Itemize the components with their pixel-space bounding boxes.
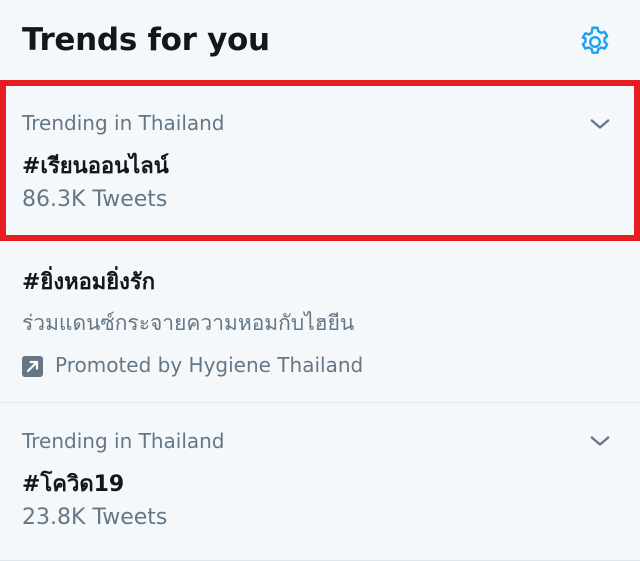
promoted-icon: [22, 356, 43, 377]
promoted-by-text: Promoted by Hygiene Thailand: [55, 353, 364, 377]
gear-icon: [581, 26, 609, 54]
trend-description: ร่วมแดนซ์กระจายความหอมกับไฮยีน: [22, 311, 355, 335]
trends-panel: Trends for you Trending in Thailand #เรี…: [0, 0, 640, 561]
panel-title: Trends for you: [22, 22, 270, 58]
chevron-down-icon: [590, 119, 610, 129]
trend-item[interactable]: #ยิ่งหอมยิ่งรัก ร่วมแดนซ์กระจายความหอมกั…: [0, 241, 640, 403]
settings-button[interactable]: [577, 24, 613, 60]
trend-name: #ยิ่งหอมยิ่งรัก: [22, 270, 156, 295]
trend-count: 23.8K Tweets: [22, 505, 168, 530]
trend-name: #โควิด19: [22, 472, 125, 497]
trend-item[interactable]: Trending in Thailand #เรียนออนไลน์ 86.3K…: [0, 80, 640, 241]
trends-header: Trends for you: [0, 0, 640, 85]
chevron-down-icon: [590, 436, 610, 446]
trend-context: Trending in Thailand: [22, 429, 225, 453]
trend-menu-button[interactable]: [586, 110, 614, 138]
trend-menu-button[interactable]: [586, 427, 614, 455]
trend-item[interactable]: Trending in Thailand #โควิด19 23.8K Twee…: [0, 403, 640, 561]
trend-context: Trending in Thailand: [22, 111, 225, 135]
trend-count: 86.3K Tweets: [22, 187, 168, 212]
trend-name: #เรียนออนไลน์: [22, 154, 169, 179]
